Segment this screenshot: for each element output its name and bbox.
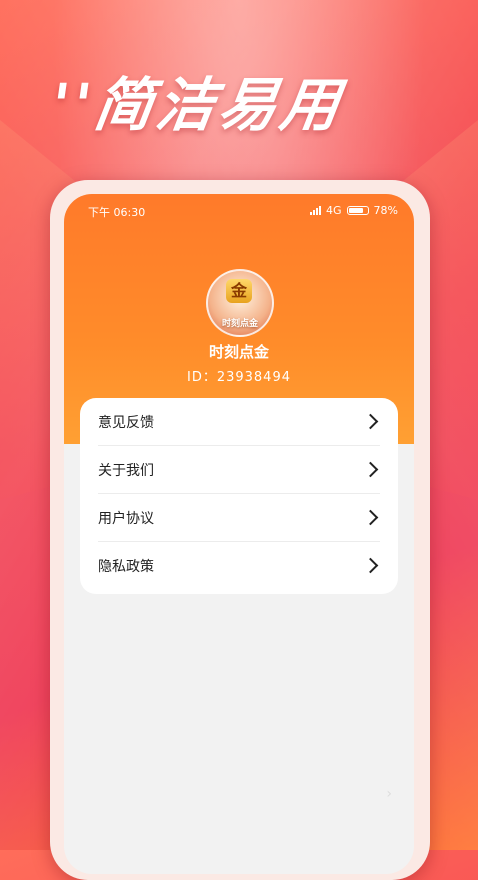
app-name: 时刻点金 [208,343,269,361]
menu-item-privacy-policy[interactable]: 隐私政策 [98,542,380,589]
phone-screen: 下午 06:30 4G 78% 金 时刻点金 时刻点金 ID：23938494 … [64,194,414,874]
faint-chevron-icon: › [386,786,392,802]
chevron-right-icon [362,413,379,430]
chevron-right-icon [362,461,379,478]
menu-item-user-agreement[interactable]: 用户协议 [98,494,380,542]
status-time: 下午 06:30 [88,206,146,219]
menu-item-label: 用户协议 [98,510,154,527]
battery-icon [346,206,369,215]
signal-icon [310,206,322,215]
gold-coin-icon: 金 [226,279,252,303]
network-type: 4G [326,204,342,217]
avatar-caption: 时刻点金 [221,319,258,329]
chevron-right-icon [362,557,379,574]
promo-headline: ''简洁易用 [46,71,348,139]
menu-item-label: 隐私政策 [98,558,154,575]
battery-percent: 78% [373,204,398,217]
menu-item-label: 关于我们 [98,462,154,479]
status-indicators: 4G 78% [310,204,398,217]
avatar[interactable]: 金 时刻点金 [206,269,274,337]
menu-item-label: 意见反馈 [98,414,154,431]
status-bar: 下午 06:30 4G 78% [64,202,414,222]
menu-item-about-us[interactable]: 关于我们 [98,446,380,494]
chevron-right-icon [362,509,379,526]
settings-menu: 意见反馈 关于我们 用户协议 隐私政策 [80,398,398,594]
user-id: ID：23938494 [186,370,291,385]
menu-item-feedback[interactable]: 意见反馈 [98,398,380,446]
